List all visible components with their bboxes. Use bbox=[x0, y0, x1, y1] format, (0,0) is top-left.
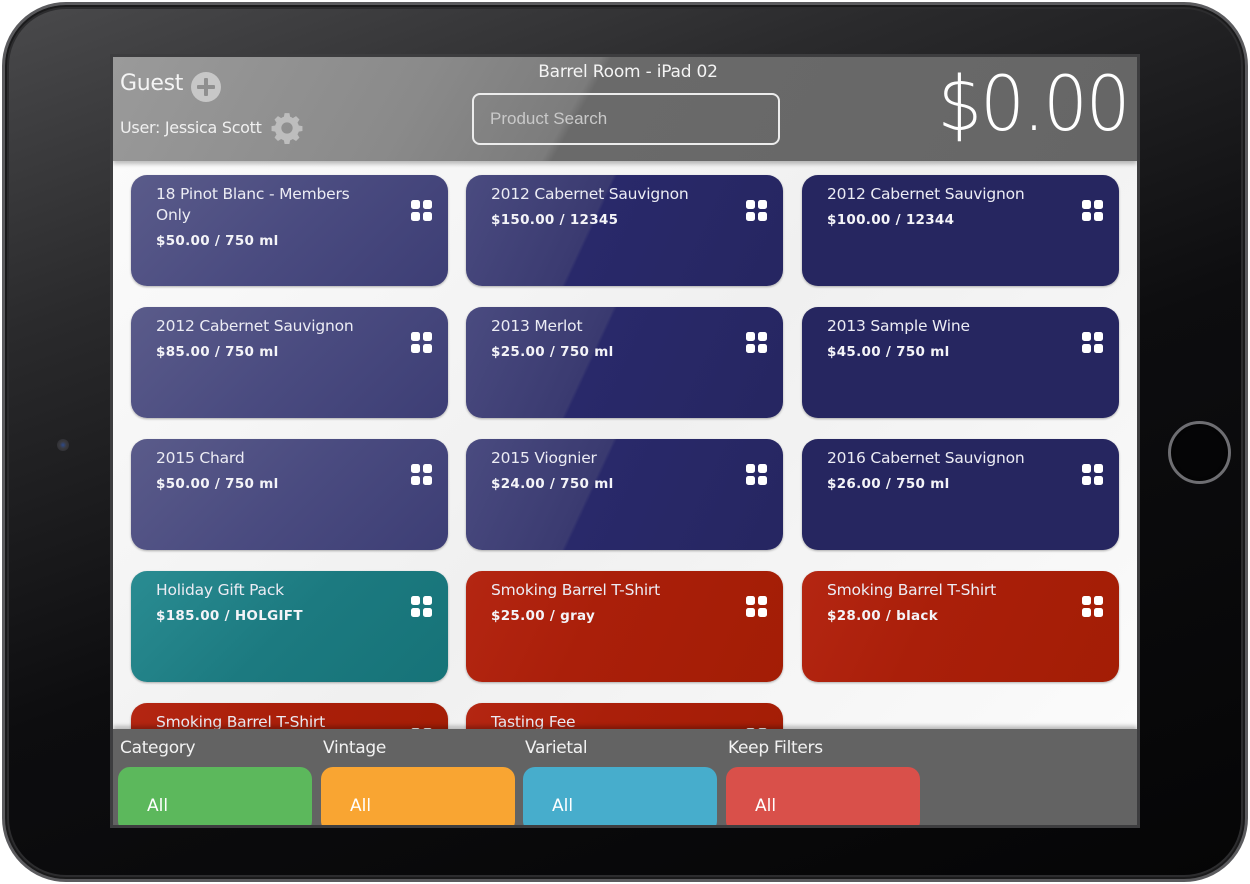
product-price: $150.00 / 12345 bbox=[491, 212, 619, 228]
product-name: 2015 Chard $50.00 / 750 ml bbox=[156, 448, 386, 495]
filter-label: Varietal bbox=[525, 738, 588, 758]
product-card[interactable]: 2015 Chard $50.00 / 750 ml bbox=[131, 439, 448, 550]
product-name-text: 2013 Merlot bbox=[491, 317, 583, 335]
product-search-input[interactable] bbox=[472, 93, 780, 145]
product-name-text: 2015 Chard bbox=[156, 449, 245, 467]
product-card[interactable]: 2015 Viognier $24.00 / 750 ml bbox=[466, 439, 783, 550]
product-name-text: 2012 Cabernet Sauvignon bbox=[827, 185, 1025, 203]
product-name: 2012 Cabernet Sauvignon $150.00 / 12345 bbox=[491, 184, 721, 231]
grid-variants-icon[interactable] bbox=[1082, 332, 1104, 354]
product-card[interactable]: 18 Pinot Blanc - Members Only $50.00 / 75… bbox=[131, 175, 448, 286]
order-total: $0.00 bbox=[938, 59, 1131, 148]
product-card[interactable]: Smoking Barrel T-Shirt $25.00 / gray bbox=[466, 571, 783, 682]
product-name-text: 2015 Viognier bbox=[491, 449, 597, 467]
product-name-text: 18 Pinot Blanc - Members Only bbox=[156, 185, 350, 224]
grid-variants-icon[interactable] bbox=[746, 596, 768, 618]
filter-label: Keep Filters bbox=[728, 738, 823, 758]
filter-select-button[interactable]: All bbox=[321, 767, 515, 825]
grid-variants-icon[interactable] bbox=[411, 596, 433, 618]
grid-variants-icon[interactable] bbox=[746, 200, 768, 222]
product-card[interactable]: 2013 Merlot $25.00 / 750 ml bbox=[466, 307, 783, 418]
grid-variants-icon[interactable] bbox=[1082, 464, 1104, 486]
product-name: Smoking Barrel T-Shirt $25.00 / gray bbox=[491, 580, 721, 627]
grid-variants-icon[interactable] bbox=[411, 200, 433, 222]
product-price: $26.00 / 750 ml bbox=[827, 476, 950, 492]
product-card[interactable]: 2016 Cabernet Sauvignon $26.00 / 750 ml bbox=[802, 439, 1119, 550]
product-price: $25.00 / 750 ml bbox=[491, 344, 614, 360]
product-price: $50.00 / 750 ml bbox=[156, 233, 279, 249]
filter-label: Vintage bbox=[323, 738, 386, 758]
product-card[interactable]: 2012 Cabernet Sauvignon $150.00 / 12345 bbox=[466, 175, 783, 286]
product-price: $28.00 / black bbox=[827, 608, 939, 624]
product-name-text: 2013 Sample Wine bbox=[827, 317, 970, 335]
location-title: Barrel Room - iPad 02 bbox=[538, 62, 718, 82]
product-price: $25.00 / gray bbox=[491, 608, 596, 624]
product-name-text: Smoking Barrel T-Shirt bbox=[491, 581, 660, 599]
plus-circle-icon[interactable] bbox=[191, 72, 221, 102]
product-name-text: 2016 Cabernet Sauvignon bbox=[827, 449, 1025, 467]
pos-screen: Guest User: Jessica Scott Barrel Room - … bbox=[110, 54, 1140, 828]
product-card[interactable]: Smoking Barrel T-Shirt $28.00 / black bbox=[802, 571, 1119, 682]
filter-select-button[interactable]: All bbox=[523, 767, 717, 825]
product-name-text: Holiday Gift Pack bbox=[156, 581, 284, 599]
product-name: 2012 Cabernet Sauvignon $85.00 / 750 ml bbox=[156, 316, 386, 363]
gear-icon[interactable] bbox=[270, 111, 304, 145]
product-name: 2013 Merlot $25.00 / 750 ml bbox=[491, 316, 721, 363]
product-price: $50.00 / 750 ml bbox=[156, 476, 279, 492]
grid-variants-icon[interactable] bbox=[1082, 200, 1104, 222]
grid-variants-icon[interactable] bbox=[411, 464, 433, 486]
product-name: 2013 Sample Wine $45.00 / 750 ml bbox=[827, 316, 1057, 363]
product-price: $45.00 / 750 ml bbox=[827, 344, 950, 360]
product-price: $100.00 / 12344 bbox=[827, 212, 955, 228]
home-button[interactable] bbox=[1168, 421, 1231, 484]
product-name: Holiday Gift Pack $185.00 / HOLGIFT bbox=[156, 580, 386, 627]
filter-select-button[interactable]: All bbox=[726, 767, 920, 825]
product-name: 2016 Cabernet Sauvignon $26.00 / 750 ml bbox=[827, 448, 1057, 495]
product-name: Smoking Barrel T-Shirt $28.00 / black bbox=[827, 580, 1057, 627]
product-name: 2012 Cabernet Sauvignon $100.00 / 12344 bbox=[827, 184, 1057, 231]
product-name-text: 2012 Cabernet Sauvignon bbox=[491, 185, 689, 203]
front-camera bbox=[57, 439, 69, 451]
grid-variants-icon[interactable] bbox=[411, 332, 433, 354]
product-grid: 18 Pinot Blanc - Members Only $50.00 / 75… bbox=[113, 161, 1137, 814]
filter-label: Category bbox=[120, 738, 196, 758]
grid-variants-icon[interactable] bbox=[1082, 596, 1104, 618]
product-card[interactable]: 2012 Cabernet Sauvignon $100.00 / 12344 bbox=[802, 175, 1119, 286]
filter-bar: Category All Vintage All Varietal All Keep Fil… bbox=[113, 729, 1137, 825]
product-name: 18 Pinot Blanc - Members Only $50.00 / 75… bbox=[156, 184, 386, 252]
product-price: $85.00 / 750 ml bbox=[156, 344, 279, 360]
user-label: User: Jessica Scott bbox=[120, 118, 262, 137]
grid-variants-icon[interactable] bbox=[746, 464, 768, 486]
product-card[interactable]: Holiday Gift Pack $185.00 / HOLGIFT bbox=[131, 571, 448, 682]
product-card[interactable]: 2013 Sample Wine $45.00 / 750 ml bbox=[802, 307, 1119, 418]
product-name: 2015 Viognier $24.00 / 750 ml bbox=[491, 448, 721, 495]
product-card[interactable]: 2012 Cabernet Sauvignon $85.00 / 750 ml bbox=[131, 307, 448, 418]
product-price: $24.00 / 750 ml bbox=[491, 476, 614, 492]
product-name-text: 2012 Cabernet Sauvignon bbox=[156, 317, 354, 335]
filter-select-button[interactable]: All bbox=[118, 767, 312, 825]
grid-variants-icon[interactable] bbox=[746, 332, 768, 354]
product-name-text: Smoking Barrel T-Shirt bbox=[827, 581, 996, 599]
header-bar: Guest User: Jessica Scott Barrel Room - … bbox=[113, 57, 1137, 161]
guest-label: Guest bbox=[120, 71, 184, 96]
product-price: $185.00 / HOLGIFT bbox=[156, 608, 303, 624]
